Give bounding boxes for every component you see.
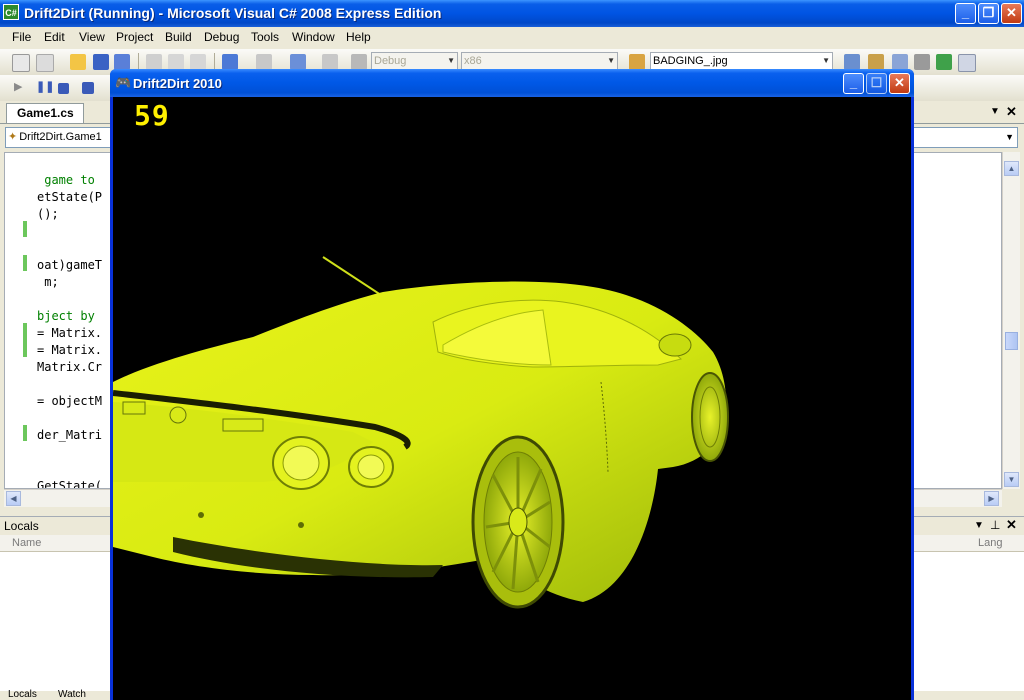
game-minimize-icon[interactable]: _ bbox=[843, 73, 864, 94]
change-marker bbox=[23, 255, 27, 271]
tab-list-chevron-icon[interactable]: ▼ bbox=[990, 106, 1000, 117]
chevron-down-icon: ▼ bbox=[447, 56, 455, 65]
menu-build[interactable]: Build bbox=[165, 30, 192, 44]
tab-locals[interactable]: Locals bbox=[8, 689, 37, 700]
solution-explorer-icon[interactable] bbox=[844, 54, 860, 70]
gamepad-icon: 🎮 bbox=[115, 75, 132, 90]
fps-counter: 59 bbox=[134, 99, 170, 132]
break-all-icon[interactable]: ❚❚ bbox=[36, 80, 54, 96]
cut-icon[interactable] bbox=[146, 54, 162, 70]
game-title-bar[interactable]: 🎮 Drift2Dirt 2010 _ ☐ ✕ bbox=[110, 69, 914, 97]
start-debugging-icon[interactable] bbox=[351, 54, 367, 70]
restore-icon[interactable]: ❐ bbox=[978, 3, 999, 24]
save-all-icon[interactable] bbox=[114, 54, 130, 70]
navigate-forward-icon[interactable] bbox=[322, 54, 338, 70]
object-browser-icon[interactable] bbox=[892, 54, 908, 70]
menu-tools[interactable]: Tools bbox=[251, 30, 279, 44]
code-line: = Matrix. bbox=[37, 326, 103, 340]
code-line: Matrix.Cr bbox=[37, 360, 103, 374]
menu-view[interactable]: View bbox=[79, 30, 105, 44]
restart-icon[interactable] bbox=[82, 82, 94, 94]
paste-icon[interactable] bbox=[190, 54, 206, 70]
change-marker bbox=[23, 323, 27, 357]
code-line: bject by bbox=[37, 309, 95, 323]
menu-bar: File Edit View Project Build Debug Tools… bbox=[0, 27, 1024, 49]
open-folder-icon[interactable] bbox=[70, 54, 86, 70]
column-header-name[interactable]: Name bbox=[0, 535, 110, 552]
ide-title-text: Drift2Dirt (Running) - Microsoft Visual … bbox=[24, 5, 442, 21]
ide-title-bar[interactable]: C# Drift2Dirt (Running) - Microsoft Visu… bbox=[0, 0, 1024, 27]
menu-file[interactable]: File bbox=[12, 30, 31, 44]
add-item-icon[interactable] bbox=[36, 54, 54, 72]
code-line: der_Matri bbox=[37, 428, 103, 442]
class-icon: ✦ bbox=[8, 131, 18, 143]
navigate-back-icon[interactable] bbox=[290, 54, 306, 70]
start-page-icon[interactable] bbox=[936, 54, 952, 70]
stop-debugging-icon[interactable] bbox=[58, 83, 69, 94]
menu-window[interactable]: Window bbox=[292, 30, 335, 44]
column-header-type[interactable]: Lang bbox=[914, 535, 1024, 552]
properties-icon[interactable] bbox=[868, 54, 884, 70]
type-selector-combo[interactable]: ✦ Drift2Dirt.Game1 bbox=[5, 127, 125, 148]
change-marker bbox=[23, 425, 27, 441]
pin-icon[interactable]: ⊥ bbox=[990, 518, 1000, 532]
tab-watch[interactable]: Watch bbox=[58, 689, 86, 700]
save-icon[interactable] bbox=[93, 54, 109, 70]
code-line: game to bbox=[37, 173, 95, 187]
chevron-down-icon: ▼ bbox=[1005, 132, 1014, 142]
menu-debug[interactable]: Debug bbox=[204, 30, 239, 44]
scroll-up-icon[interactable]: ▲ bbox=[1004, 161, 1019, 176]
code-line: = objectM bbox=[37, 394, 103, 408]
continue-icon[interactable]: ▶ bbox=[14, 80, 30, 96]
platform-combo[interactable]: x86 ▼ bbox=[461, 52, 618, 70]
code-line: etState(P bbox=[37, 190, 103, 204]
scroll-right-icon[interactable]: ▶ bbox=[984, 491, 999, 506]
scroll-down-icon[interactable]: ▼ bbox=[1004, 472, 1019, 487]
new-project-icon[interactable] bbox=[12, 54, 30, 72]
redo-icon[interactable] bbox=[256, 54, 272, 70]
scroll-left-icon[interactable]: ◀ bbox=[6, 491, 21, 506]
copy-icon[interactable] bbox=[168, 54, 184, 70]
code-line: m; bbox=[37, 275, 59, 289]
car-render bbox=[113, 256, 729, 609]
csharp-app-icon: C# bbox=[3, 4, 19, 20]
code-line: (); bbox=[37, 207, 59, 221]
antenna bbox=[322, 256, 388, 300]
close-panel-icon[interactable]: ✕ bbox=[1006, 517, 1017, 533]
minimize-icon[interactable]: _ bbox=[955, 3, 976, 24]
close-icon[interactable]: ✕ bbox=[1001, 3, 1022, 24]
menu-project[interactable]: Project bbox=[116, 30, 153, 44]
scroll-thumb[interactable] bbox=[1005, 332, 1018, 350]
change-marker bbox=[23, 221, 27, 237]
chevron-down-icon: ▼ bbox=[822, 56, 830, 65]
game-viewport[interactable] bbox=[113, 97, 911, 700]
locals-panel-title: Locals bbox=[4, 519, 39, 533]
editor-vertical-scrollbar[interactable]: ▲ ▼ bbox=[1002, 152, 1020, 489]
game-close-icon[interactable]: ✕ bbox=[889, 73, 910, 94]
member-selector-combo[interactable]: ▼ bbox=[900, 127, 1018, 148]
panel-options-chevron-icon[interactable]: ▼ bbox=[974, 520, 984, 531]
undo-icon[interactable] bbox=[222, 54, 238, 70]
code-line: oat)gameT bbox=[37, 258, 103, 272]
code-line: GetState( bbox=[37, 479, 103, 489]
game-maximize-icon[interactable]: ☐ bbox=[866, 73, 887, 94]
menu-help[interactable]: Help bbox=[346, 30, 371, 44]
toolbox-icon[interactable] bbox=[914, 54, 930, 70]
document-outline-icon[interactable] bbox=[958, 54, 976, 72]
chevron-down-icon: ▼ bbox=[607, 56, 615, 65]
solution-config-combo[interactable]: Debug ▼ bbox=[371, 52, 458, 70]
game-title-text: Drift2Dirt 2010 bbox=[133, 76, 222, 91]
close-document-icon[interactable]: ✕ bbox=[1006, 104, 1017, 120]
tab-game1-cs[interactable]: Game1.cs🔒 bbox=[6, 103, 84, 133]
code-line: = Matrix. bbox=[37, 343, 103, 357]
menu-edit[interactable]: Edit bbox=[44, 30, 65, 44]
find-combo[interactable]: BADGING_.jpg ▼ bbox=[650, 52, 833, 70]
find-in-files-icon[interactable] bbox=[629, 54, 645, 70]
